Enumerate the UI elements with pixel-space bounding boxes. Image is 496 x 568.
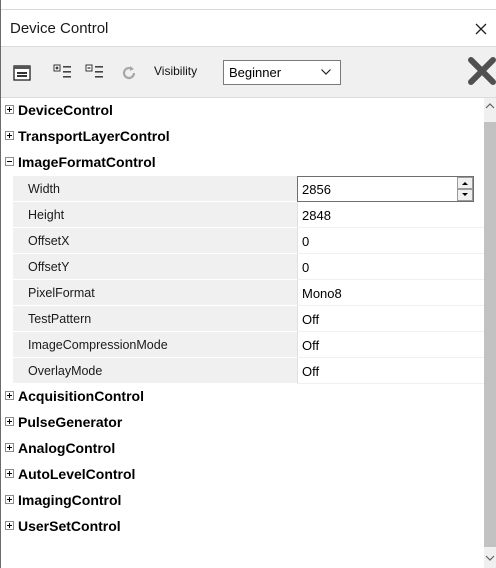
visibility-value: Beginner — [229, 65, 282, 80]
property-page-icon — [13, 65, 31, 81]
visibility-select[interactable]: Beginner — [223, 60, 341, 85]
property-label: ImageCompressionMode — [28, 338, 168, 352]
category-label: DeviceControl — [18, 102, 113, 118]
property-value[interactable]: 2848 — [302, 208, 331, 223]
clear-button[interactable] — [468, 57, 496, 90]
property-row[interactable]: ImageCompressionMode Off — [1, 332, 484, 358]
property-row[interactable]: PixelFormat Mono8 — [1, 280, 484, 306]
category-label: AnalogControl — [18, 440, 116, 456]
property-label: TestPattern — [28, 312, 92, 326]
category-label: UserSetControl — [18, 518, 121, 534]
collapse-all-button[interactable] — [84, 62, 106, 84]
width-stepper[interactable] — [457, 177, 473, 201]
property-row[interactable]: OffsetY 0 — [1, 254, 484, 280]
category-label: AutoLevelControl — [18, 466, 136, 482]
vertical-scrollbar[interactable] — [484, 98, 496, 568]
category-row[interactable]: TransportLayerControl — [1, 124, 484, 150]
property-value[interactable]: Off — [302, 338, 319, 353]
property-value[interactable]: 0 — [302, 260, 309, 275]
category-row[interactable]: PulseGenerator — [1, 410, 484, 436]
refresh-button[interactable] — [118, 62, 140, 84]
category-row[interactable]: UserSetControl — [1, 514, 484, 540]
arrow-down-icon — [462, 193, 468, 196]
category-label: ImagingControl — [18, 492, 122, 508]
property-row[interactable]: OverlayMode Off — [1, 358, 484, 384]
collapse-all-icon — [85, 64, 103, 78]
toolbar: Visibility Beginner — [1, 46, 496, 98]
category-label: PulseGenerator — [18, 414, 123, 430]
property-page-button[interactable] — [11, 62, 33, 84]
stepper-down-button[interactable] — [457, 189, 473, 201]
visibility-label: Visibility — [154, 64, 198, 78]
property-value[interactable]: Off — [302, 312, 319, 327]
close-icon — [475, 23, 487, 34]
scrollbar-thumb[interactable] — [484, 122, 496, 547]
collapse-icon[interactable] — [5, 157, 14, 166]
category-row[interactable]: AnalogControl — [1, 436, 484, 462]
expand-all-button[interactable] — [52, 62, 74, 84]
property-row[interactable]: Height 2848 — [1, 202, 484, 228]
scroll-up-icon[interactable] — [485, 102, 495, 110]
property-value[interactable]: 0 — [302, 234, 309, 249]
property-label: OffsetY — [28, 260, 70, 274]
property-label: OverlayMode — [28, 364, 103, 378]
property-label: OffsetX — [28, 234, 70, 248]
category-row[interactable]: AcquisitionControl — [1, 384, 484, 410]
expand-icon[interactable] — [5, 469, 14, 478]
expand-icon[interactable] — [5, 417, 14, 426]
expand-icon[interactable] — [5, 131, 14, 140]
expand-icon[interactable] — [5, 521, 14, 530]
property-value[interactable]: 2856 — [302, 182, 331, 197]
property-label: Height — [28, 208, 65, 222]
expand-icon[interactable] — [5, 105, 14, 114]
category-label: TransportLayerControl — [18, 128, 170, 144]
scroll-down-icon[interactable] — [485, 554, 495, 562]
property-value[interactable]: Mono8 — [302, 286, 342, 301]
category-row[interactable]: ImagingControl — [1, 488, 484, 514]
expand-icon[interactable] — [5, 391, 14, 400]
property-row[interactable]: Width 2856 — [1, 176, 484, 202]
property-grid: DeviceControl TransportLayerControl Imag… — [1, 98, 484, 568]
property-label: Width — [28, 182, 60, 196]
property-row[interactable]: OffsetX 0 — [1, 228, 484, 254]
large-x-icon — [468, 57, 496, 85]
title-bar: Device Control — [1, 9, 496, 46]
arrow-up-icon — [462, 182, 468, 185]
category-label: AcquisitionControl — [18, 388, 144, 404]
refresh-icon — [122, 66, 136, 80]
expand-all-icon — [53, 64, 71, 78]
property-value[interactable]: Off — [302, 364, 319, 379]
property-row[interactable]: TestPattern Off — [1, 306, 484, 332]
close-button[interactable] — [466, 10, 496, 47]
chevron-down-icon — [321, 69, 331, 75]
device-control-window: Device Control Visibility Beginner Devic… — [0, 0, 496, 568]
category-row[interactable]: DeviceControl — [1, 98, 484, 124]
property-label: PixelFormat — [28, 286, 95, 300]
expand-icon[interactable] — [5, 443, 14, 452]
category-label: ImageFormatControl — [18, 154, 156, 170]
stepper-up-button[interactable] — [457, 177, 473, 189]
category-row[interactable]: ImageFormatControl — [1, 150, 484, 176]
expand-icon[interactable] — [5, 495, 14, 504]
category-row[interactable]: AutoLevelControl — [1, 462, 484, 488]
window-title: Device Control — [10, 20, 109, 37]
